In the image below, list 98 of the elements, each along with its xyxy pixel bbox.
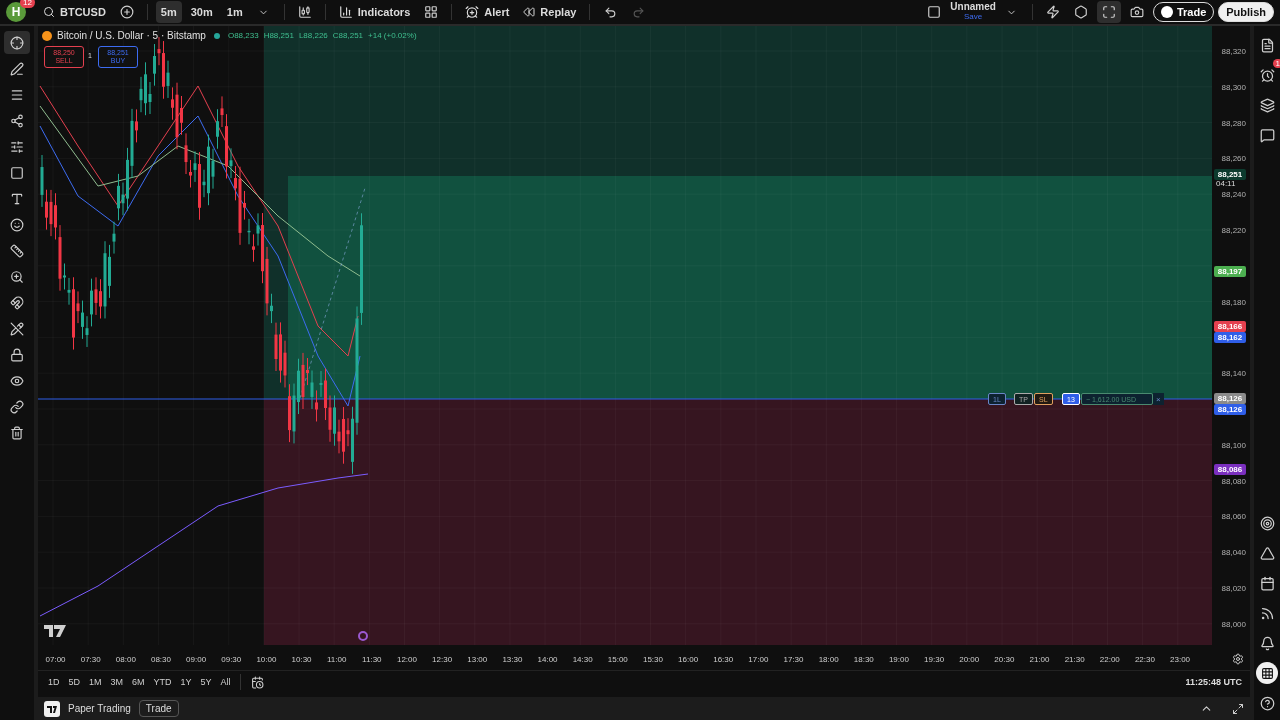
- publish-button[interactable]: Publish: [1218, 2, 1274, 22]
- range-button[interactable]: YTD: [149, 675, 176, 689]
- range-button[interactable]: All: [216, 675, 235, 689]
- time-tick: 21:00: [1028, 654, 1051, 664]
- ohlc-value: C88,251: [332, 31, 364, 40]
- price-tick: 88,140: [1221, 368, 1246, 378]
- ohlc-value: H88,251: [263, 31, 294, 40]
- time-tick: 10:00: [255, 654, 278, 664]
- time-tick: 17:00: [747, 654, 770, 664]
- interval-tab[interactable]: 30m: [185, 1, 218, 23]
- time-tick: 11:00: [325, 654, 348, 664]
- close-position-button[interactable]: ×: [1153, 393, 1164, 405]
- grid-icon[interactable]: [1256, 662, 1278, 684]
- trade-button[interactable]: Trade: [138, 700, 179, 717]
- countdown-label: 04:11: [1216, 179, 1236, 188]
- time-tick: 15:30: [641, 654, 664, 664]
- time-tick: 13:30: [501, 654, 524, 664]
- notification-badge: 12: [20, 0, 35, 8]
- panel-title[interactable]: Paper Trading: [68, 703, 131, 714]
- logo-icon: [44, 700, 60, 717]
- price-tick: 88,220: [1221, 225, 1246, 235]
- clock-label: 11:25:48 UTC: [1185, 677, 1242, 687]
- interval-tab[interactable]: 5m: [155, 1, 182, 23]
- range-button[interactable]: 1M: [85, 675, 106, 689]
- symbol-search[interactable]: BTCUSD: [38, 1, 111, 23]
- time-tick: 16:30: [712, 654, 735, 664]
- symbol-title[interactable]: Bitcoin / U.S. Dollar · 5 · Bitstamp: [57, 30, 206, 41]
- alert-button[interactable]: Alert: [460, 1, 515, 23]
- price-marker: 88,162: [1214, 332, 1246, 344]
- time-tick: 09:30: [220, 654, 243, 664]
- time-tick: 20:00: [958, 654, 981, 664]
- range-button[interactable]: 3M: [106, 675, 128, 689]
- price-tick: 88,240: [1221, 189, 1246, 199]
- layout-name[interactable]: Unnamed: [950, 2, 996, 12]
- alarm-clock-icon: [465, 5, 480, 19]
- indicators-button[interactable]: Indicators: [333, 1, 416, 23]
- time-tick: 14:00: [536, 654, 559, 664]
- price-marker: 88,126: [1214, 392, 1246, 404]
- time-tick: 11:30: [361, 654, 383, 664]
- fullscreen-icon[interactable]: [1096, 1, 1121, 23]
- price-marker: 88,197: [1214, 265, 1246, 277]
- ohlc-value: L88,226: [298, 31, 328, 40]
- price-marker: 88,086: [1214, 464, 1246, 476]
- notification-badge: 1: [1272, 59, 1280, 68]
- time-tick: 18:30: [852, 654, 875, 664]
- time-tick: 09:00: [185, 654, 208, 664]
- time-tick: 10:30: [290, 654, 313, 664]
- interval-tab[interactable]: 1m: [221, 1, 248, 23]
- range-button[interactable]: 1D: [44, 675, 64, 689]
- range-button[interactable]: 6M: [128, 675, 149, 689]
- price-tick: 88,180: [1221, 297, 1246, 307]
- time-tick: 12:00: [395, 654, 418, 664]
- time-tick: 15:00: [606, 654, 629, 664]
- range-button[interactable]: 5D: [64, 675, 85, 689]
- price-tick: 88,280: [1221, 118, 1246, 128]
- price-change: +14 (+0.02%): [368, 31, 417, 40]
- time-tick: 08:30: [149, 654, 172, 664]
- time-tick: 16:00: [677, 654, 700, 664]
- time-tick: 19:00: [887, 654, 910, 664]
- time-tick: 07:30: [79, 654, 102, 664]
- time-tick: 13:00: [466, 654, 489, 664]
- time-tick: 20:30: [993, 654, 1016, 664]
- time-tick: 19:30: [923, 654, 946, 664]
- bar-chart-icon: [338, 5, 353, 19]
- coin-icon: [42, 30, 52, 41]
- time-tick: 08:00: [114, 654, 137, 664]
- price-tick: 88,040: [1221, 547, 1246, 557]
- time-tick: 23:00: [1169, 654, 1192, 664]
- range-button[interactable]: 1Y: [176, 675, 196, 689]
- time-tick: 14:30: [571, 654, 594, 664]
- price-tick: 88,260: [1221, 153, 1246, 163]
- crosshair-icon[interactable]: [4, 31, 30, 54]
- price-tick: 88,060: [1221, 511, 1246, 521]
- status-dot: [213, 32, 220, 39]
- price-tick: 88,080: [1221, 476, 1246, 486]
- price-tick: 88,300: [1221, 82, 1246, 92]
- price-tick: 88,100: [1221, 440, 1246, 450]
- replay-button[interactable]: Replay: [518, 1, 582, 23]
- price-marker: 88,126: [1214, 403, 1246, 415]
- rewind-icon: [523, 6, 536, 18]
- time-tick: 18:00: [817, 654, 840, 664]
- range-button[interactable]: 5Y: [196, 675, 216, 689]
- logo-icon: [44, 625, 66, 637]
- price-marker: 88,251: [1214, 169, 1246, 180]
- time-tick: 22:00: [1098, 654, 1121, 664]
- ohlc-value: O88,233: [227, 31, 259, 40]
- time-tick: 12:30: [431, 654, 454, 664]
- time-tick: 07:00: [44, 654, 67, 664]
- price-tick: 88,320: [1221, 46, 1246, 56]
- search-icon: [43, 6, 55, 18]
- time-tick: 21:30: [1063, 654, 1086, 664]
- time-tick: 17:30: [782, 654, 805, 664]
- price-marker: 88,166: [1214, 321, 1246, 333]
- save-status: Save: [964, 12, 983, 22]
- time-tick: 22:30: [1133, 654, 1156, 664]
- price-tick: 88,000: [1221, 619, 1246, 629]
- price-tick: 88,020: [1221, 583, 1246, 593]
- marker-icon: [357, 630, 369, 642]
